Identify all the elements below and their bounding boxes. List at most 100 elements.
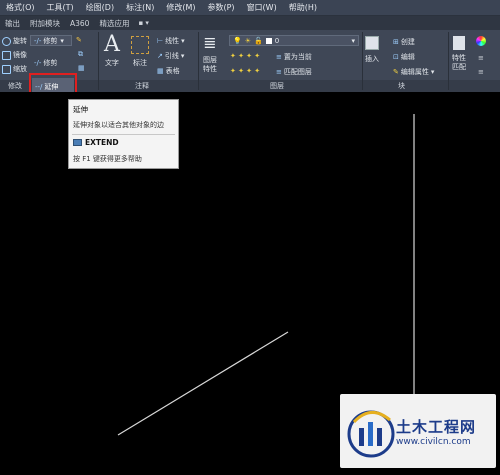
lineweight-icon: ≡ [478,54,484,62]
layers-panel-label[interactable]: 图层 [270,81,284,91]
edit-attributes-button[interactable]: ✎ 编辑属性 ▾ [393,67,434,77]
trim-dropdown-icon: -/- [34,36,42,45]
scale-icon [2,64,11,74]
rotate-label: 旋转 [13,37,27,45]
trim-dropdown[interactable]: -/- 修剪 ▾ [30,35,72,46]
create-block-button[interactable]: ⊞ 创建 [393,37,415,47]
block-panel-label[interactable]: 块 [398,81,405,91]
tab-output[interactable]: 输出 [0,18,25,29]
chevron-down-icon: ▾ [60,36,64,45]
menu-bar: 格式(O) 工具(T) 绘图(D) 标注(N) 修改(M) 参数(P) 窗口(W… [0,0,500,16]
table-button[interactable]: ▦ 表格 [157,66,180,76]
tooltip-description: 延伸对象以适合其他对象的边 [73,121,164,129]
menu-modify[interactable]: 修改(M) [160,0,201,16]
insert-block-label: 插入 [365,55,379,63]
linetype-button[interactable]: ≡ [478,68,484,76]
layer-tool-icon: ✦ ✦ ✦ ✦ [230,67,261,75]
layer-dropdown[interactable]: 💡 ☀ 🔓 0 ▾ [229,35,359,46]
lineweight-button[interactable]: ≡ [478,54,484,62]
insert-block-icon [365,36,379,50]
offset-button[interactable]: ⧉ [78,50,83,59]
edit-block-icon: ⊡ [393,53,399,61]
layer-properties-label: 图层 特性 [203,56,217,73]
panel-divider [198,32,199,90]
scale-button[interactable]: 缩放 [2,64,27,74]
mirror-icon [2,50,11,60]
layer-properties-button[interactable]: ≣ 图层 特性 [203,34,217,74]
menu-help[interactable]: 帮助(H) [283,0,323,16]
mirror-label: 镜像 [13,51,27,59]
tab-featured-apps[interactable]: 精选应用 [94,18,134,29]
edit-block-button[interactable]: ⊡ 编辑 [393,52,415,62]
array-icon: ▦ [78,64,85,72]
trim-icon: -/- [34,59,42,67]
panel-divider [448,32,449,90]
trim-dropdown-label: 修剪 [43,36,58,45]
extend-tooltip: 延伸 延伸对象以适合其他对象的边 EXTEND 按 F1 键获得更多帮助 [68,99,179,169]
tab-addins[interactable]: 附加模块 [25,18,65,29]
watermark-title: 土木工程网 [396,418,477,436]
mirror-button[interactable]: 镜像 [2,50,27,60]
menu-draw[interactable]: 绘图(D) [80,0,120,16]
chevron-down-icon: ▾ [181,37,185,45]
match-properties-icon [453,36,465,50]
ribbon-tab-bar: 输出 附加模块 A360 精选应用 ▪ ▾ [0,16,500,30]
layer-tools-row2[interactable]: ✦ ✦ ✦ ✦ [230,67,260,75]
menu-dimension[interactable]: 标注(N) [120,0,160,16]
menu-format[interactable]: 格式(O) [0,0,41,16]
scale-label: 缩放 [13,65,27,73]
text-button[interactable]: A 文字 [104,34,120,68]
set-current-button[interactable]: ≡ 置为当前 [276,52,312,62]
tooltip-divider [72,134,175,135]
linear-button[interactable]: ⊢ 线性 ▾ [157,36,185,46]
dimension-button[interactable]: 标注 [131,34,149,68]
set-current-icon: ≡ [276,53,282,61]
leader-icon: ↗ [157,52,163,60]
leader-label: 引线 [164,52,179,60]
rotate-icon [2,36,11,46]
array-button[interactable]: ▦ [78,64,85,72]
create-block-label: 创建 [400,38,415,46]
layer-tool-icon: ✦ ✦ ✦ ✦ [230,52,261,60]
command-icon [73,139,82,146]
edit-block-label: 编辑 [400,53,415,61]
layers-stack-icon: ≣ [203,33,217,52]
insert-block-button[interactable]: 插入 [365,34,379,64]
watermark-url: www.civilcn.com [396,437,471,447]
match-layer-label: 匹配图层 [283,68,312,76]
edit-attributes-label: 编辑属性 [400,68,429,76]
leader-button[interactable]: ↗ 引线 ▾ [157,51,184,61]
rotate-button[interactable]: 旋转 [2,36,27,46]
menu-window[interactable]: 窗口(W) [241,0,283,16]
create-block-icon: ⊞ [393,38,399,46]
linear-icon: ⊢ [157,37,164,45]
set-current-label: 置为当前 [283,53,312,61]
tooltip-title: 延伸 [73,105,88,114]
color-wheel-button[interactable] [476,36,486,46]
linear-label: 线性 [165,37,180,45]
linetype-icon: ≡ [478,68,484,76]
table-icon: ▦ [157,67,164,75]
menu-parametric[interactable]: 参数(P) [201,0,240,16]
brush-button[interactable]: ✎ [76,36,82,44]
panel-divider [98,32,99,90]
layer-tools-row1[interactable]: ✦ ✦ ✦ ✦ [230,52,260,60]
match-properties-button[interactable]: 特性 匹配 [452,34,466,72]
menu-tools[interactable]: 工具(T) [41,0,80,16]
chevron-down-icon: ▾ [430,68,435,76]
color-wheel-icon [476,36,486,46]
match-layer-button[interactable]: ≡ 匹配图层 [276,67,312,77]
tab-overflow-toggle[interactable]: ▪ ▾ [134,19,152,27]
tab-a360[interactable]: A360 [65,19,94,28]
modify-panel-label[interactable]: 修改 [8,81,22,91]
diagonal-line[interactable] [117,331,289,436]
dimension-icon [131,36,149,54]
chevron-down-icon: ▾ [351,36,355,45]
unlock-icon: 🔓 [254,36,263,45]
tooltip-help: 按 F1 键获得更多帮助 [73,155,142,163]
text-label: 文字 [104,59,119,67]
annotation-panel-label[interactable]: 注释 [135,81,149,91]
trim-button[interactable]: -/- 修剪 [34,58,57,68]
dimension-label: 标注 [133,59,147,67]
panel-divider [362,32,363,90]
